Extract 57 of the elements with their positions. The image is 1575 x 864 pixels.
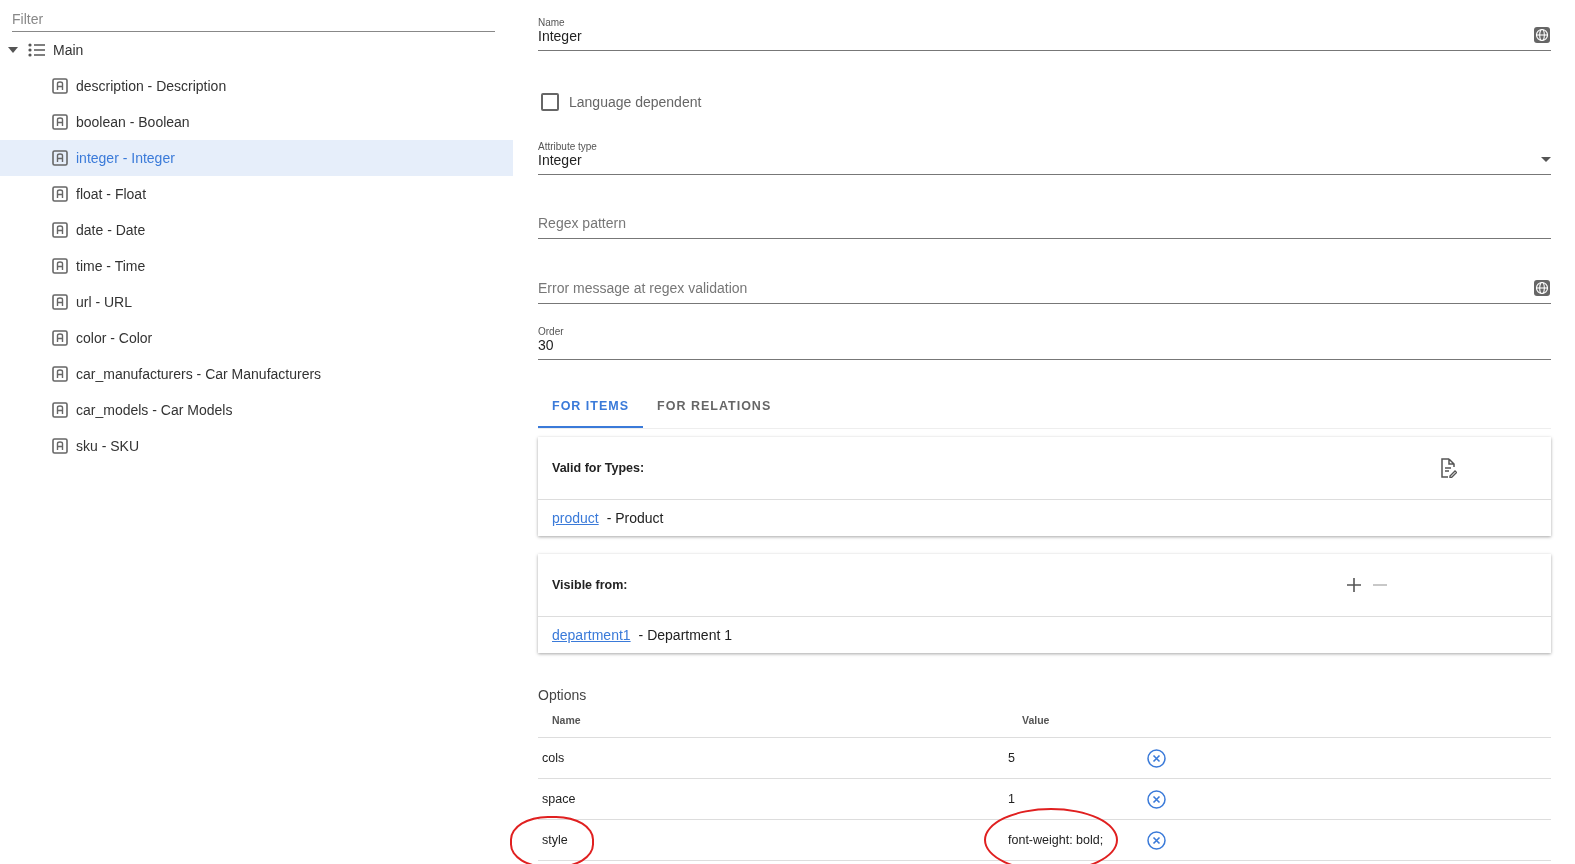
section-title: Options xyxy=(538,687,588,703)
caret-icon[interactable] xyxy=(8,47,18,53)
attribute-icon xyxy=(52,294,68,310)
table-cell: font-weight: bold; xyxy=(1008,833,1104,847)
tree-item[interactable]: color - Color xyxy=(0,320,513,356)
type-link[interactable]: department1 xyxy=(552,627,631,643)
tab[interactable]: FOR ITEMS xyxy=(538,388,644,428)
card-title: Visible from: xyxy=(552,578,629,592)
row-label: - Department 1 xyxy=(638,627,732,643)
row-label: - Product xyxy=(606,510,664,526)
error-message-field[interactable]: Error message at regex validation xyxy=(538,279,1551,304)
table-cell: 5 xyxy=(1008,751,1015,765)
tree-item[interactable]: sku - SKU xyxy=(0,428,513,464)
attribute-icon xyxy=(52,258,68,274)
attribute-icon xyxy=(52,78,68,94)
card-title: Valid for Types: xyxy=(552,461,646,475)
tree-item[interactable]: date - Date xyxy=(0,212,513,248)
remove-circle-icon[interactable] xyxy=(1147,789,1166,809)
add-icon[interactable] xyxy=(1347,578,1361,592)
list-icon xyxy=(28,43,45,57)
globe-icon[interactable] xyxy=(1533,279,1551,297)
table-cell: cols xyxy=(542,751,565,765)
table-cell: 1 xyxy=(1008,792,1015,806)
tree-item[interactable]: time - Time xyxy=(0,248,513,284)
attribute-icon xyxy=(52,222,68,238)
attribute-icon xyxy=(52,330,68,346)
attribute-icon xyxy=(52,186,68,202)
attribute-icon xyxy=(52,114,68,130)
attribute-icon xyxy=(52,438,68,454)
tree-item[interactable]: url - URL xyxy=(0,284,513,320)
edit-document-icon[interactable] xyxy=(1439,458,1457,478)
remove-circle-icon[interactable] xyxy=(1147,830,1166,850)
type-dropdown[interactable]: Attribute type Integer xyxy=(538,141,1551,175)
remove-circle-icon[interactable] xyxy=(1147,748,1166,768)
tree-item[interactable]: car_models - Car Models xyxy=(0,392,513,428)
globe-icon[interactable] xyxy=(1533,26,1551,44)
type-link[interactable]: product xyxy=(552,510,599,526)
name-field[interactable]: Name Integer xyxy=(538,17,1551,51)
column-header: Name xyxy=(538,703,1008,738)
attribute-icon xyxy=(52,402,68,418)
attribute-icon xyxy=(52,150,68,166)
tree-item[interactable]: integer - Integer xyxy=(0,140,513,176)
tree-item[interactable]: Main xyxy=(0,32,513,68)
tree-item[interactable]: boolean - Boolean xyxy=(0,104,513,140)
order-field[interactable]: Order 30 xyxy=(538,326,1551,360)
tree-item[interactable]: description - Description xyxy=(0,68,513,104)
dropdown-arrow-icon xyxy=(1541,157,1551,162)
column-header: Value xyxy=(1008,703,1143,738)
tree-item[interactable]: float - Float xyxy=(0,176,513,212)
checkbox[interactable] xyxy=(541,93,559,111)
tab[interactable]: FOR RELATIONS xyxy=(643,388,786,428)
attribute-icon xyxy=(52,366,68,382)
checkbox-label: Language dependent xyxy=(569,94,702,110)
tree-item[interactable]: car_manufacturers - Car Manufacturers xyxy=(0,356,513,392)
table-cell: space xyxy=(542,792,576,806)
table-cell: style xyxy=(542,833,568,847)
regex-field[interactable]: Regex pattern xyxy=(538,215,1551,239)
